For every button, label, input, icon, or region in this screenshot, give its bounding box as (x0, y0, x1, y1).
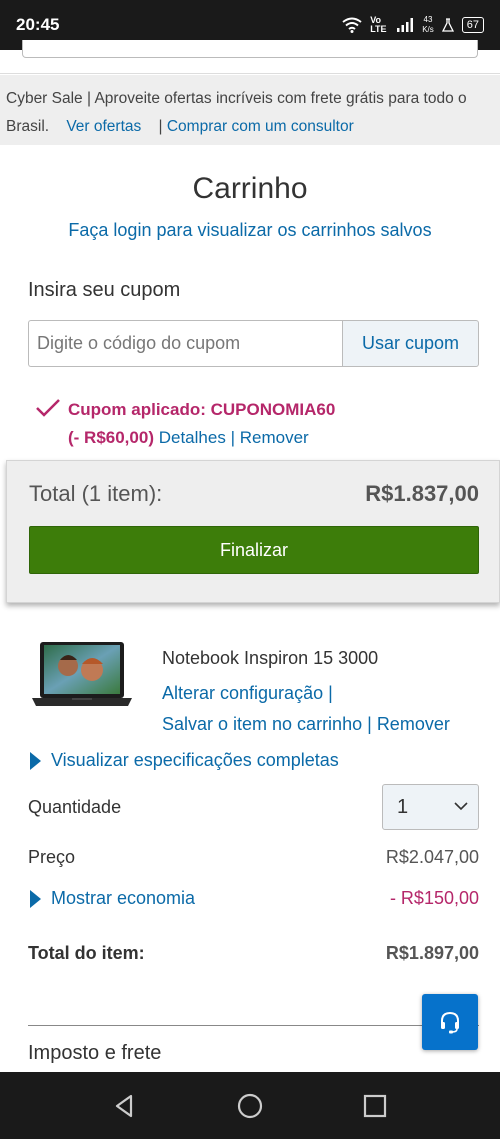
network-label: Vo LTE (370, 15, 387, 34)
quantity-select[interactable]: 1 (382, 784, 479, 830)
savings-value: - R$150,00 (389, 888, 479, 908)
quantity-value: 1 (397, 795, 409, 818)
coupon-applied-text: Cupom aplicado: CUPONOMIA60 (68, 400, 336, 419)
laptop-image[interactable] (30, 640, 134, 710)
apply-coupon-button[interactable]: Usar cupom (342, 320, 479, 367)
view-specs-link[interactable]: Visualizar especificações completas (30, 750, 339, 771)
caret-right-icon (30, 890, 41, 909)
price-label: Preço (28, 847, 76, 867)
login-saved-carts-link[interactable]: Faça login para visualizar os carrinhos … (0, 220, 500, 241)
item-actions: Salvar o item no carrinho | Remover (162, 714, 450, 735)
total-value: R$1.837,00 (365, 481, 479, 506)
coupon-label: Insira seu cupom (28, 279, 181, 301)
item-total-label: Total do item: (28, 943, 145, 963)
change-config-link[interactable]: Alterar configuração | (162, 683, 333, 704)
coupon-applied-actions: (- R$60,00) Detalhes | Remover (68, 424, 309, 452)
status-icons: Vo LTE 43 K/s 67 (342, 15, 484, 35)
coupon-separator: | (230, 428, 235, 447)
remove-item-link[interactable]: Remover (377, 714, 450, 734)
promo-banner: Cyber Sale | Aproveite ofertas incríveis… (0, 75, 500, 145)
home-icon[interactable] (236, 1092, 264, 1120)
battery-icon: 67 (461, 17, 484, 33)
show-savings-link[interactable]: Mostrar economia (30, 888, 195, 909)
back-icon[interactable] (111, 1092, 139, 1120)
price-value: R$2.047,00 (385, 847, 479, 867)
view-specs-label: Visualizar especificações completas (51, 750, 339, 770)
consultant-link[interactable]: Comprar com um consultor (167, 118, 354, 135)
status-time: 20:45 (16, 15, 60, 34)
banner-separator: | (158, 118, 163, 135)
check-icon (36, 399, 60, 417)
checkout-button[interactable]: Finalizar (29, 526, 479, 574)
tax-shipping-heading[interactable]: Imposto e frete (28, 1042, 161, 1065)
speed-indicator: 43 K/s (422, 15, 434, 34)
save-item-link[interactable]: Salvar o item no carrinho (162, 714, 362, 734)
show-savings-label: Mostrar economia (51, 888, 196, 908)
chevron-down-icon (454, 802, 468, 811)
total-label: Total (1 item): (29, 481, 163, 506)
flask-icon (441, 18, 454, 32)
product-name[interactable]: Notebook Inspiron 15 3000 (162, 648, 378, 669)
order-summary: Total (1 item): R$1.837,00 Finalizar (6, 460, 500, 603)
headset-icon (441, 1011, 459, 1034)
divider (28, 1025, 479, 1026)
search-field[interactable] (22, 40, 478, 58)
chat-support-button[interactable] (422, 994, 478, 1050)
page-title: Carrinho (192, 172, 308, 205)
coupon-remove-link[interactable]: Remover (240, 428, 309, 447)
coupon-details-link[interactable]: Detalhes (159, 428, 226, 447)
system-nav-bar (0, 1072, 500, 1139)
item-total-value: R$1.897,00 (385, 943, 479, 963)
wifi-icon (342, 17, 362, 33)
quantity-label: Quantidade (28, 797, 122, 817)
coupon-input[interactable] (28, 320, 343, 367)
recents-icon[interactable] (361, 1092, 389, 1120)
coupon-discount: (- R$60,00) (68, 428, 154, 447)
item-actions-separator: | (367, 714, 372, 734)
see-offers-link[interactable]: Ver ofertas (66, 118, 141, 135)
signal-icon (397, 18, 414, 32)
caret-right-icon (30, 752, 41, 771)
